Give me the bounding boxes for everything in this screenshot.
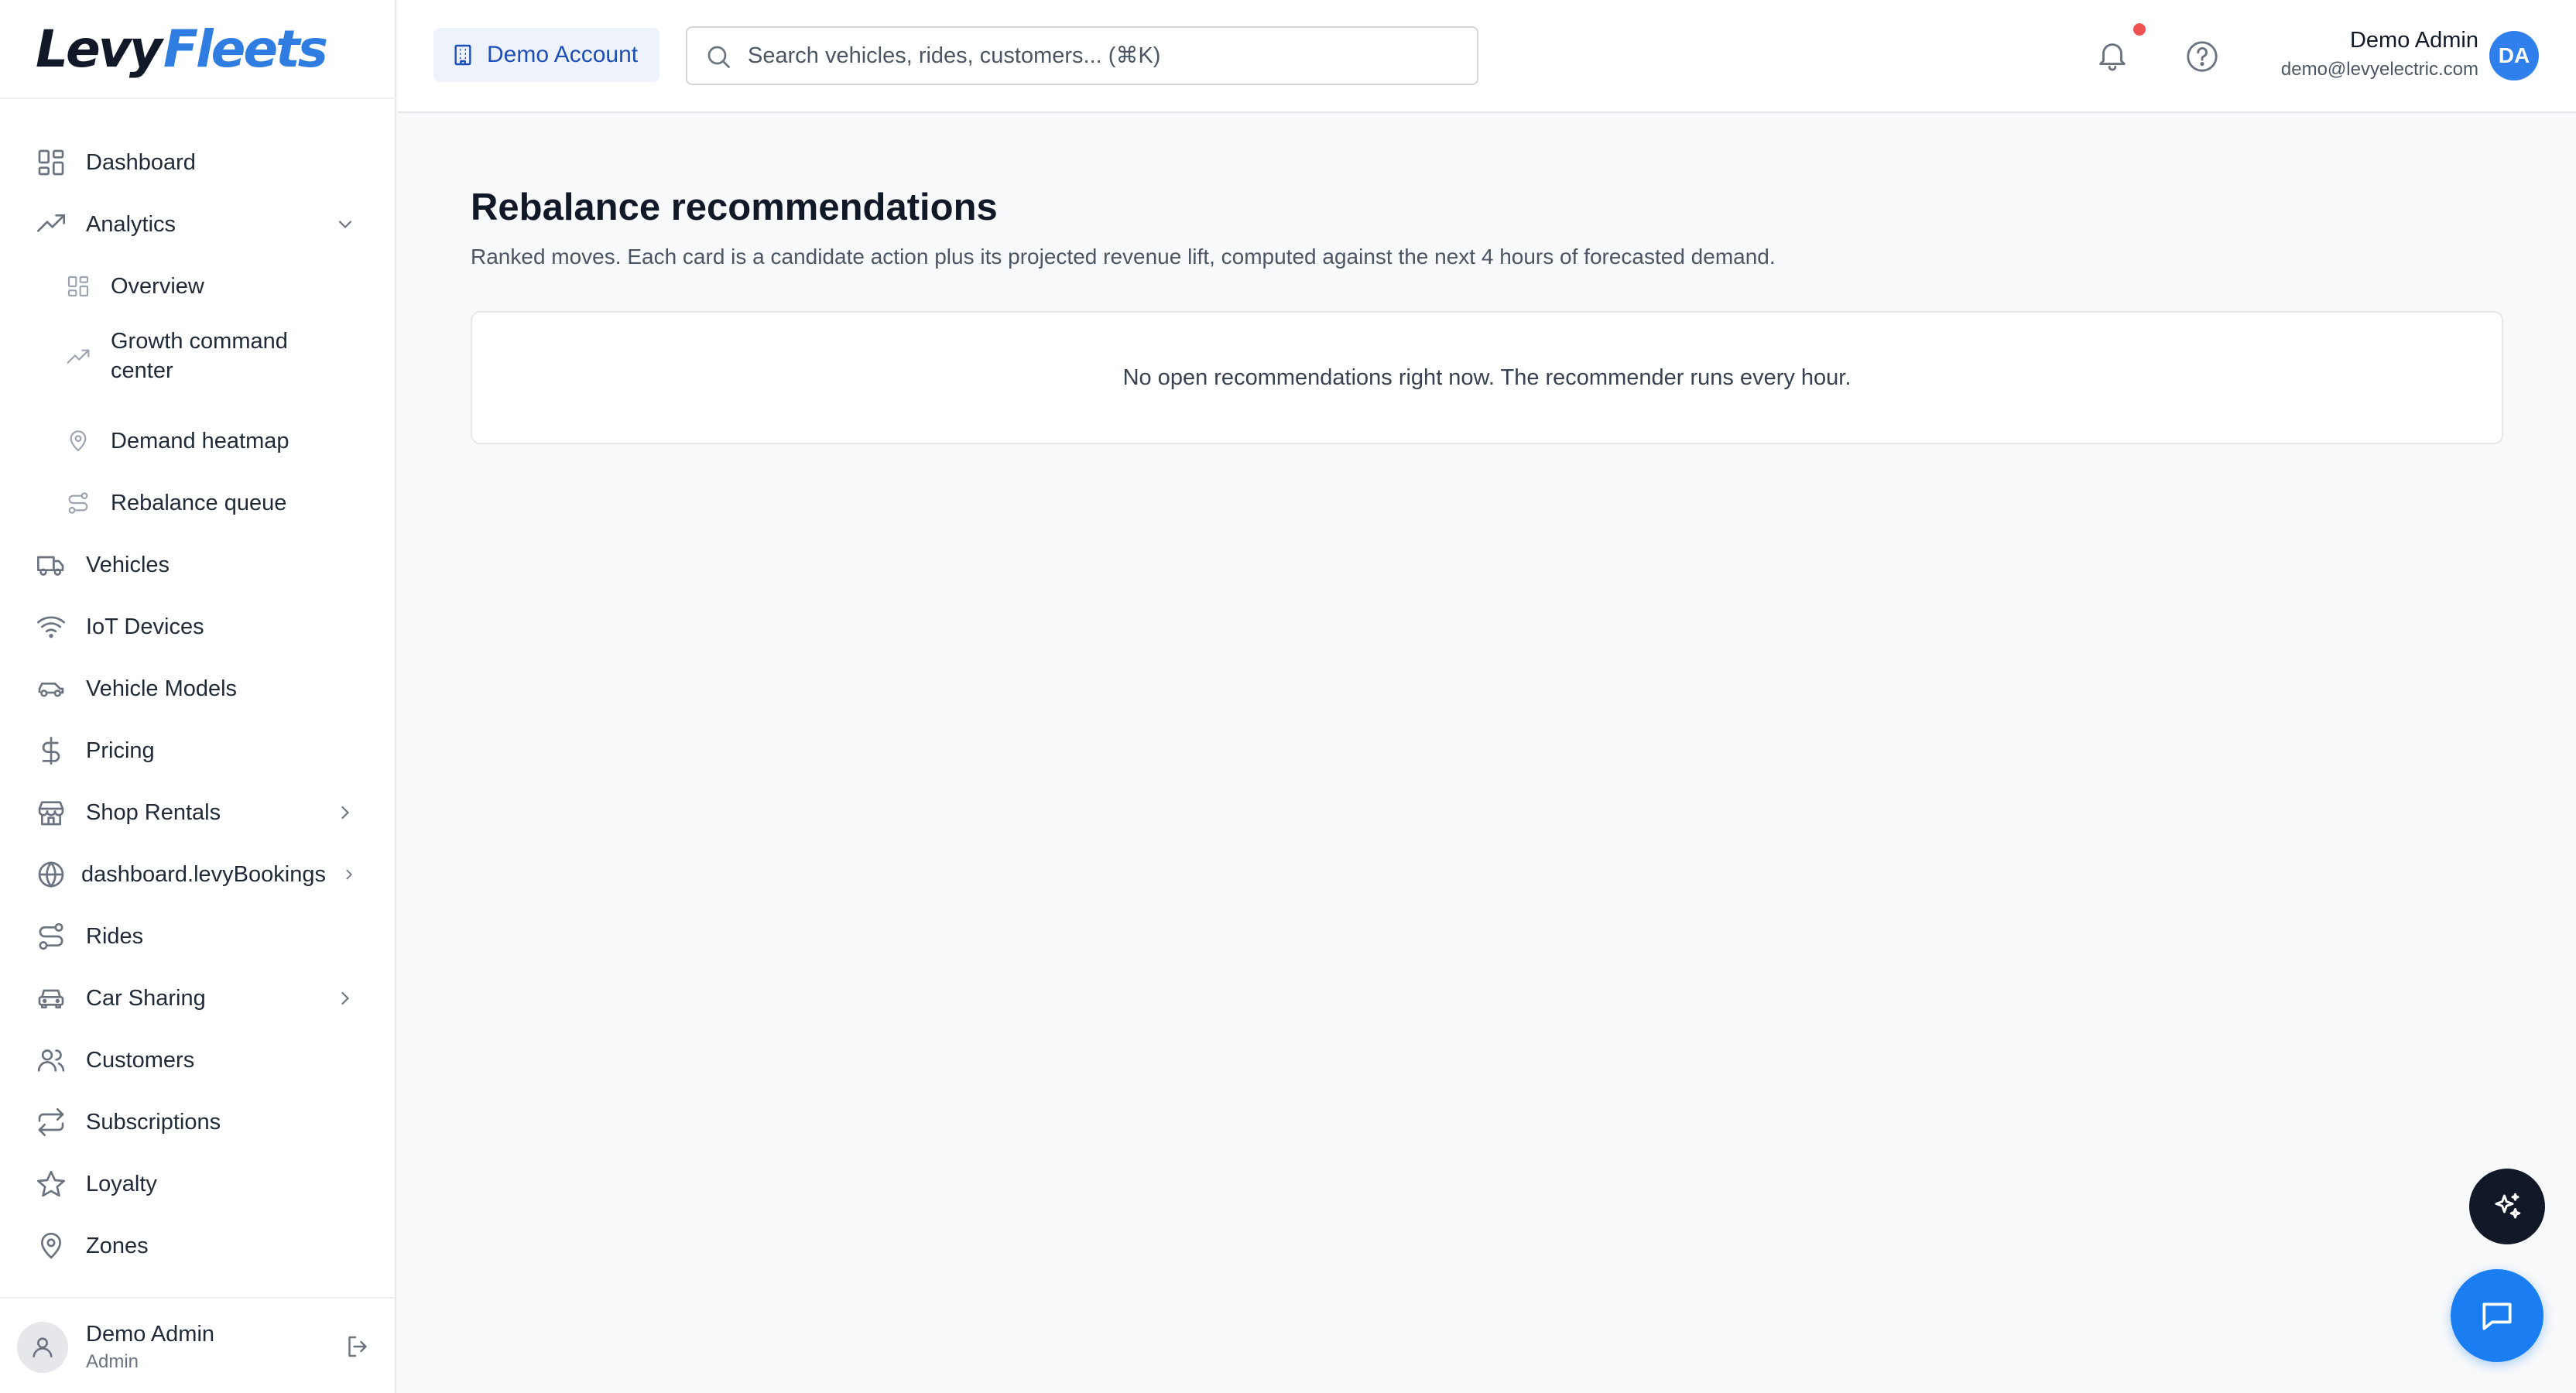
sidebar-item-customers[interactable]: Customers bbox=[0, 1031, 395, 1090]
map-pin-icon bbox=[65, 428, 91, 454]
chat-icon bbox=[2482, 1302, 2512, 1330]
search-icon bbox=[704, 43, 732, 70]
footer-user-role: Admin bbox=[86, 1351, 139, 1372]
sidebar-item-label: Vehicles bbox=[86, 552, 170, 577]
sidebar-item-demand-heatmap[interactable]: Demand heatmap bbox=[0, 412, 395, 471]
sidebar-item-growth-command-center[interactable]: Growth command center bbox=[0, 319, 395, 396]
wifi-icon bbox=[36, 611, 67, 642]
main-content: Rebalance recommendations Ranked moves. … bbox=[398, 115, 2576, 1393]
sidebar-item-label: Loyalty bbox=[86, 1171, 157, 1196]
sidebar-item-loyalty[interactable]: Loyalty bbox=[0, 1155, 395, 1213]
header-user-name[interactable]: Demo Admin bbox=[2350, 28, 2478, 53]
sidebar-item-label: Zones bbox=[86, 1233, 149, 1258]
repeat-icon bbox=[36, 1107, 67, 1138]
car-front-icon bbox=[36, 983, 67, 1014]
ai-assistant-button[interactable] bbox=[2469, 1169, 2545, 1244]
sidebar-item-label: Customers bbox=[86, 1047, 195, 1073]
chevron-down-icon[interactable] bbox=[334, 214, 356, 235]
sidebar-item-vehicle-models[interactable]: Vehicle Models bbox=[0, 659, 395, 718]
sidebar-item-label: Subscriptions bbox=[86, 1109, 221, 1135]
sidebar-item-label: Demand heatmap bbox=[111, 428, 289, 453]
sidebar-item-pricing[interactable]: Pricing bbox=[0, 721, 395, 780]
sidebar-item-rides[interactable]: Rides bbox=[0, 907, 395, 966]
sidebar-item-label: dashboard.levyBookings bbox=[81, 861, 326, 887]
sidebar-item-label: Rides bbox=[86, 923, 144, 949]
trending-up-icon bbox=[65, 344, 91, 371]
sidebar-item-dashboard[interactable]: Dashboard bbox=[0, 133, 395, 192]
sidebar-item-subscriptions[interactable]: Subscriptions bbox=[0, 1093, 395, 1152]
sidebar-item-rebalance-queue[interactable]: Rebalance queue bbox=[0, 474, 395, 532]
car-icon bbox=[36, 673, 67, 704]
sidebar-item-analytics[interactable]: Analytics bbox=[0, 195, 395, 254]
sidebar-item-label: Car Sharing bbox=[86, 985, 206, 1011]
page-title: Rebalance recommendations bbox=[471, 187, 998, 228]
global-search[interactable] bbox=[686, 26, 1478, 85]
chevron-right-icon[interactable] bbox=[334, 987, 356, 1009]
users-icon bbox=[36, 1045, 67, 1076]
sidebar-item-label: Vehicle Models bbox=[86, 676, 238, 701]
map-pin-icon bbox=[36, 1230, 67, 1261]
help-icon[interactable] bbox=[2184, 39, 2220, 74]
sidebar-item-levy-bookings[interactable]: dashboard.levyBookings bbox=[0, 845, 395, 904]
globe-icon bbox=[36, 859, 67, 890]
user-avatar[interactable]: DA bbox=[2489, 31, 2539, 80]
sidebar-divider bbox=[0, 98, 396, 99]
store-icon bbox=[36, 797, 67, 828]
sidebar-item-label: Pricing bbox=[86, 738, 155, 763]
page-subtitle: Ranked moves. Each card is a candidate a… bbox=[471, 245, 1776, 269]
sidebar-item-iot-devices[interactable]: IoT Devices bbox=[0, 597, 395, 656]
dollar-icon bbox=[36, 735, 67, 766]
logo-text-fleets: Fleets bbox=[163, 19, 328, 79]
sidebar-item-label: Shop Rentals bbox=[86, 799, 221, 825]
trending-up-icon bbox=[36, 209, 67, 240]
sidebar-item-overview[interactable]: Overview bbox=[0, 257, 395, 316]
account-name: Demo Account bbox=[487, 42, 639, 67]
chat-support-button[interactable] bbox=[2451, 1269, 2543, 1362]
sidebar-item-vehicles[interactable]: Vehicles bbox=[0, 536, 395, 594]
sidebar-item-label: Rebalance queue bbox=[111, 490, 287, 515]
empty-state-card: No open recommendations right now. The r… bbox=[471, 311, 2503, 444]
levy-fleets-logo[interactable]: Levy Fleets bbox=[36, 17, 328, 82]
sidebar: Levy Fleets Dashboard Analytics Overview… bbox=[0, 0, 396, 1393]
top-header: Demo Account Demo Admin demo@levyelectri… bbox=[398, 0, 2576, 113]
sidebar-item-zones[interactable]: Zones bbox=[0, 1217, 395, 1275]
grid-icon bbox=[65, 273, 91, 299]
sidebar-item-label: Analytics bbox=[86, 211, 176, 237]
chevron-right-icon[interactable] bbox=[334, 802, 356, 823]
empty-state-message: No open recommendations right now. The r… bbox=[1122, 365, 1852, 390]
sidebar-item-label: Dashboard bbox=[86, 149, 196, 175]
logout-icon[interactable] bbox=[344, 1333, 372, 1360]
account-switcher-button[interactable]: Demo Account bbox=[433, 28, 659, 82]
sidebar-item-label: Overview bbox=[111, 273, 204, 299]
dashboard-icon bbox=[36, 147, 67, 178]
sparkles-icon bbox=[2495, 1193, 2521, 1219]
sidebar-item-label: Growth command center bbox=[111, 329, 288, 383]
sidebar-user-footer: Demo Admin Admin bbox=[0, 1297, 395, 1393]
sidebar-item-label: IoT Devices bbox=[86, 614, 204, 639]
route-icon bbox=[36, 921, 67, 952]
app-root: Levy Fleets Dashboard Analytics Overview… bbox=[0, 0, 2576, 1393]
star-icon bbox=[36, 1169, 67, 1200]
building-icon bbox=[450, 43, 475, 67]
truck-icon bbox=[36, 549, 67, 580]
avatar[interactable] bbox=[17, 1322, 68, 1373]
footer-user-name: Demo Admin bbox=[86, 1322, 215, 1347]
chevron-right-icon[interactable] bbox=[341, 866, 358, 883]
sidebar-item-shop-rentals[interactable]: Shop Rentals bbox=[0, 783, 395, 842]
notification-badge bbox=[2133, 23, 2146, 36]
sidebar-item-car-sharing[interactable]: Car Sharing bbox=[0, 969, 395, 1028]
logo-text-levy: Levy bbox=[36, 19, 163, 79]
route-icon bbox=[65, 490, 91, 516]
notifications-bell-icon[interactable] bbox=[2095, 37, 2130, 73]
header-user-email: demo@levyelectric.com bbox=[2280, 59, 2478, 80]
search-input[interactable] bbox=[748, 37, 1460, 74]
